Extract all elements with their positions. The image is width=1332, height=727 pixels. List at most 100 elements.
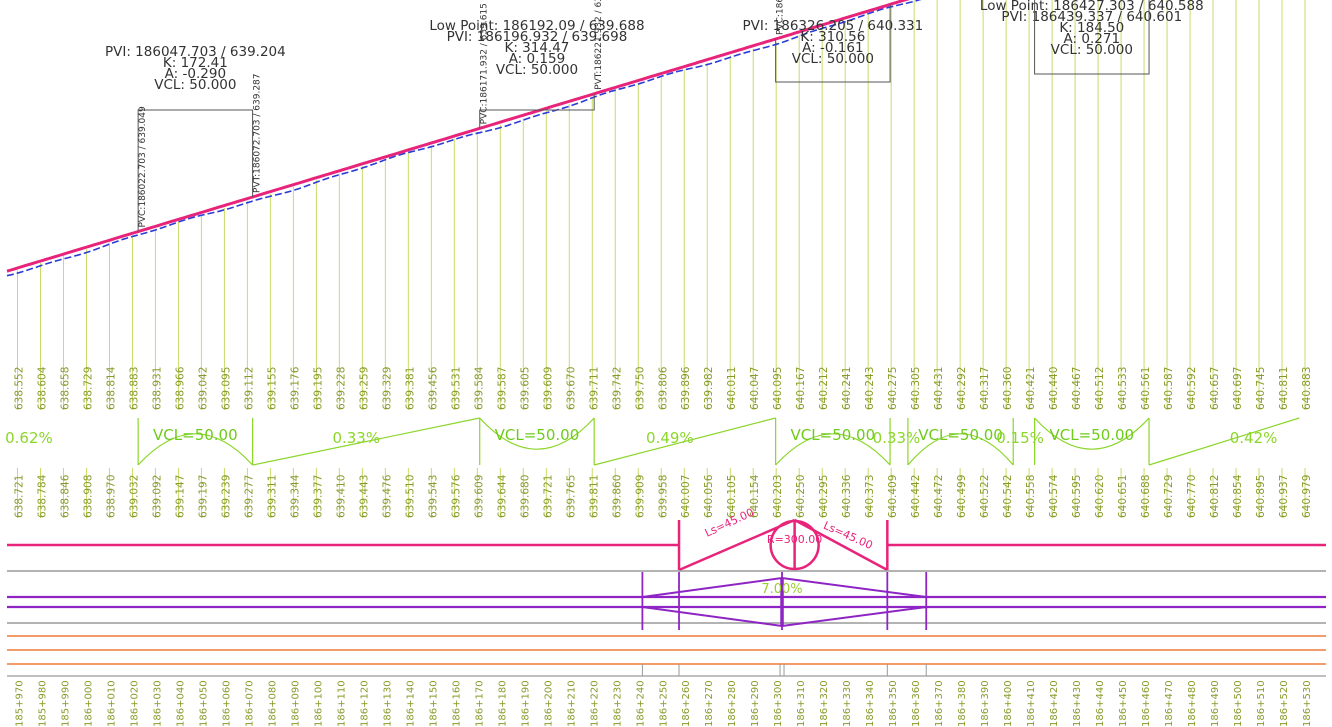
lower-elevation-label: 640.854 <box>1232 474 1244 518</box>
station-label: 186+520 <box>1279 680 1290 727</box>
station-label: 186+240 <box>635 680 646 727</box>
station-label: 186+500 <box>1233 680 1244 727</box>
lower-elevation-label: 639.311 <box>266 475 278 518</box>
lower-elevation-label: 639.377 <box>312 475 324 518</box>
lower-elevation-label: 640.979 <box>1301 475 1313 518</box>
lower-elevation-label: 640.812 <box>1209 475 1221 518</box>
upper-elevation-label: 638.729 <box>82 367 94 410</box>
lower-elevation-label: 640.295 <box>818 475 830 518</box>
upper-elevation-label: 639.259 <box>358 367 370 410</box>
lower-elevation-label: 640.558 <box>1025 475 1037 518</box>
station-label: 186+490 <box>1210 680 1221 727</box>
upper-elevation-label: 638.604 <box>36 366 48 410</box>
upper-elevation-label: 639.605 <box>519 367 531 410</box>
station-label: 186+420 <box>1049 680 1060 727</box>
pvi-label-line: VCL: 50.000 <box>1051 42 1133 58</box>
upper-elevation-label: 640.533 <box>1117 367 1129 410</box>
lower-elevation-label: 638.846 <box>59 474 71 518</box>
upper-elevation-label: 640.421 <box>1025 367 1037 410</box>
station-label: 186+470 <box>1164 680 1175 727</box>
station-label: 186+170 <box>474 680 485 727</box>
curve-end-label: PVC:186022.703 / 639.049 <box>138 106 148 228</box>
lower-elevation-label: 640.409 <box>887 475 899 518</box>
upper-elevation-label: 639.381 <box>404 367 416 410</box>
lower-elevation-label: 639.032 <box>128 475 140 518</box>
upper-elevation-label: 639.042 <box>197 367 209 410</box>
lower-elevation-label: 639.092 <box>151 475 163 518</box>
upper-elevation-label: 639.095 <box>220 367 232 410</box>
lower-elevation-label: 640.472 <box>933 475 945 518</box>
upper-elevation-label: 640.011 <box>726 367 738 410</box>
station-label: 186+060 <box>221 680 232 727</box>
station-label: 185+980 <box>37 680 48 727</box>
upper-elevation-label: 640.745 <box>1255 367 1267 410</box>
upper-elevation-label: 638.814 <box>105 366 117 410</box>
lower-elevation-label: 639.860 <box>611 475 623 518</box>
lower-elevation-label: 639.644 <box>496 474 508 518</box>
station-label: 185+970 <box>15 680 26 727</box>
upper-elevation-label: 640.592 <box>1186 367 1198 410</box>
station-label: 186+140 <box>405 680 416 727</box>
lower-elevation-label: 638.784 <box>36 474 48 518</box>
upper-elevation-label: 640.305 <box>910 367 922 410</box>
upper-elevation-label: 640.431 <box>933 367 945 410</box>
lower-elevation-label: 640.373 <box>864 475 876 518</box>
upper-elevation-label: 639.531 <box>450 367 462 410</box>
station-label: 186+430 <box>1072 680 1083 727</box>
lower-elevation-label: 640.522 <box>979 475 991 518</box>
upper-elevation-label: 638.931 <box>151 367 163 410</box>
upper-elevation-label: 639.228 <box>335 367 347 410</box>
curve-end-label: PVT:186221.932 / 639.820 <box>594 0 604 90</box>
lower-elevation-label: 640.688 <box>1140 475 1152 518</box>
vcl-label: VCL=50.00 <box>153 426 238 444</box>
lower-elevation-label: 640.729 <box>1163 475 1175 518</box>
station-label: 186+130 <box>382 680 393 727</box>
upper-elevation-label: 639.176 <box>289 366 301 410</box>
station-label: 186+450 <box>1118 680 1129 727</box>
upper-elevation-label: 640.317 <box>979 367 991 410</box>
station-label: 186+180 <box>497 680 508 727</box>
vcl-label: VCL=50.00 <box>1050 426 1135 444</box>
station-label: 186+200 <box>543 680 554 727</box>
station-label: 186+070 <box>244 680 255 727</box>
station-label: 186+250 <box>658 680 669 727</box>
lower-elevation-label: 640.542 <box>1002 475 1014 518</box>
upper-elevation-label: 640.512 <box>1094 367 1106 410</box>
grade-label: 0.33% <box>332 429 380 447</box>
upper-elevation-label: 640.440 <box>1048 367 1060 410</box>
lower-elevation-label: 639.543 <box>427 475 439 518</box>
pvi-label-line: VCL: 50.000 <box>154 77 236 93</box>
upper-elevation-label: 639.742 <box>611 367 623 410</box>
upper-elevation-label: 639.584 <box>473 366 485 410</box>
station-label: 186+040 <box>175 680 186 727</box>
upper-elevation-label: 639.155 <box>266 367 278 410</box>
lower-elevation-label: 639.958 <box>657 475 669 518</box>
station-label: 186+320 <box>819 680 830 727</box>
lower-elevation-label: 640.007 <box>680 475 692 518</box>
upper-elevation-label: 639.112 <box>243 367 255 410</box>
lower-elevation-label: 639.721 <box>542 475 554 518</box>
lower-elevation-label: 639.344 <box>289 474 301 518</box>
grade-label: 0.62% <box>5 429 53 447</box>
profile-drawing: PVI: 186047.703 / 639.204K: 172.41A: -0.… <box>5 0 1326 727</box>
upper-elevation-label: 639.896 <box>680 366 692 410</box>
upper-elevation-label: 639.806 <box>657 366 669 410</box>
vcl-label: VCL=50.00 <box>791 426 876 444</box>
station-label: 186+150 <box>428 680 439 727</box>
station-label: 186+260 <box>681 680 692 727</box>
grade-label: 0.42% <box>1230 429 1278 447</box>
curve-end-label: PVC:186171.932 / 639.615 <box>480 3 490 124</box>
lower-elevation-label: 639.909 <box>634 475 646 518</box>
lower-elevation-label: 639.476 <box>381 474 393 518</box>
lower-elevation-label: 640.499 <box>956 475 968 518</box>
station-label: 186+020 <box>129 680 140 727</box>
station-label: 186+120 <box>359 680 370 727</box>
station-label: 186+290 <box>750 680 761 727</box>
station-label: 186+090 <box>290 680 301 727</box>
lower-elevation-label: 639.147 <box>174 475 186 518</box>
upper-elevation-label: 640.561 <box>1140 367 1152 410</box>
upper-elevation-label: 640.167 <box>795 367 807 410</box>
upper-elevation-label: 639.670 <box>565 367 577 410</box>
upper-elevation-label: 640.212 <box>818 367 830 410</box>
station-label: 186+160 <box>451 680 462 727</box>
